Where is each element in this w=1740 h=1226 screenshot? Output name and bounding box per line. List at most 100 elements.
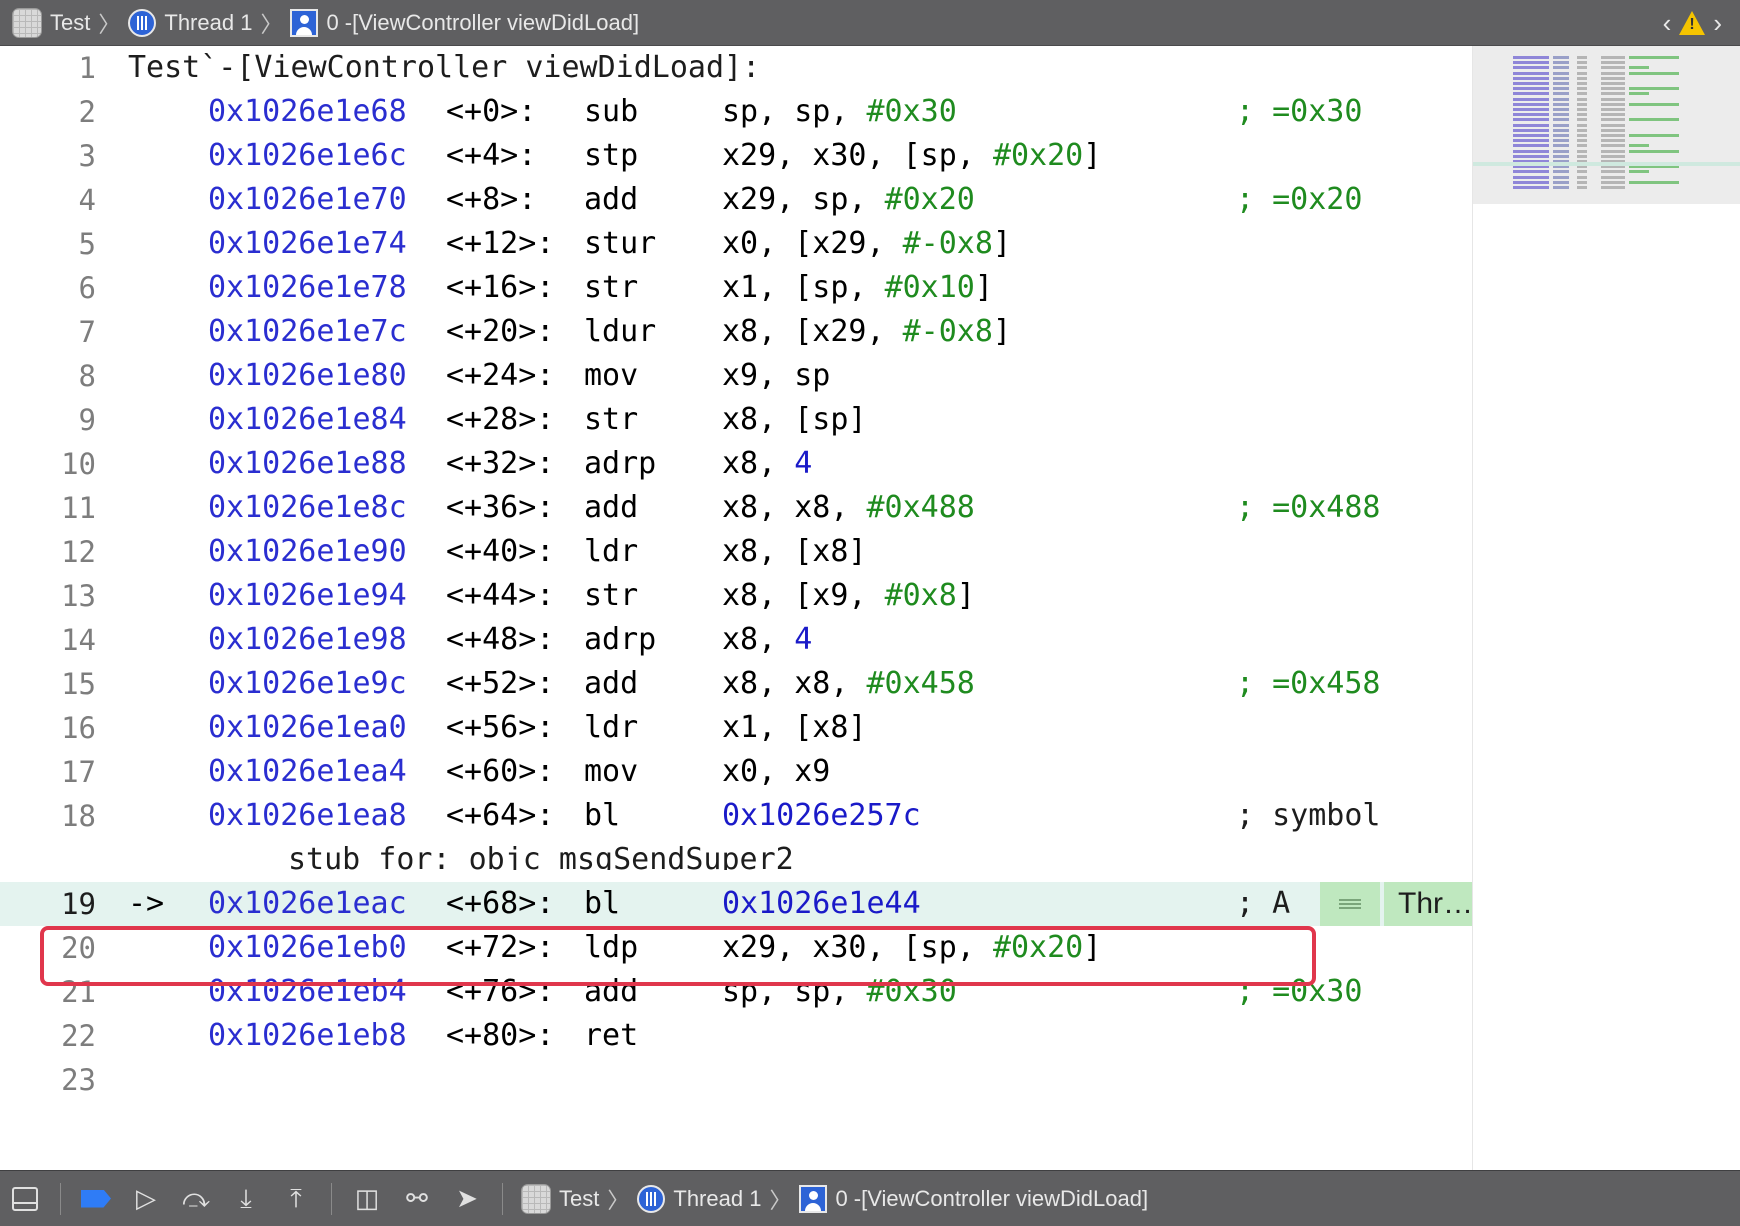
- operand-token: x8, [x29,: [722, 314, 903, 349]
- hamburger-icon: [1339, 899, 1361, 909]
- code-line[interactable]: 7 0x1026e1e7c <+20>: ldur x8, [x29, #-0x8]: [0, 310, 1472, 354]
- debug-line-menu-button[interactable]: [1320, 882, 1380, 926]
- minimap-line: [1601, 134, 1625, 137]
- code-line[interactable]: 13 0x1026e1e94 <+44>: str x8, [x9, #0x8]: [0, 574, 1472, 618]
- step-out-button[interactable]: ⤒: [271, 1171, 321, 1226]
- chevron-right-icon: 〉: [769, 1187, 792, 1213]
- line-number: 2: [78, 95, 96, 129]
- step-into-button[interactable]: ⤓: [221, 1171, 271, 1226]
- instruction-offset: <+8>:: [446, 182, 537, 217]
- minimap-line: [1601, 56, 1625, 59]
- current-instruction-line[interactable]: 19 -> 0x1026e1eac <+68>: bl 0x1026e1e44 ; A Thr…: [0, 882, 1472, 926]
- code-line[interactable]: 5 0x1026e1e74 <+12>: stur x0, [x29, #-0x8]: [0, 222, 1472, 266]
- debug-breadcrumb-frame[interactable]: 0 -[ViewController viewDidLoad]: [799, 1184, 1148, 1213]
- code-line[interactable]: 16 0x1026e1ea0 <+56>: ldr x1, [x8]: [0, 706, 1472, 750]
- code-line[interactable]: 2 0x1026e1e68 <+0>: sub sp, sp, #0x30 ; =0x30: [0, 90, 1472, 134]
- jump-bar-item-target[interactable]: Test: [12, 7, 90, 38]
- minimap-line: [1629, 56, 1679, 59]
- code-line[interactable]: 18 0x1026e1ea8 <+64>: bl 0x1026e257c ; symbol: [0, 794, 1472, 838]
- forward-chevron-icon[interactable]: ›: [1713, 8, 1722, 39]
- instruction-offset: <+40>:: [446, 534, 555, 569]
- minimap-line: [1577, 128, 1587, 132]
- toolbar-divider: [60, 1182, 61, 1215]
- line-number: 12: [61, 535, 96, 569]
- minimap[interactable]: [1472, 46, 1740, 1170]
- operand-token: ]: [992, 226, 1011, 261]
- code-line[interactable]: 17 0x1026e1ea4 <+60>: mov x0, x9: [0, 750, 1472, 794]
- minimap-line: [1513, 118, 1549, 122]
- debug-breadcrumb-target[interactable]: Test: [521, 1183, 599, 1214]
- code-line[interactable]: 10 0x1026e1e88 <+32>: adrp x8, 4: [0, 442, 1472, 486]
- code-line[interactable]: 22 0x1026e1eb8 <+80>: ret: [0, 1014, 1472, 1058]
- instruction-offset: <+4>:: [446, 138, 537, 173]
- instruction-address: 0x1026e1ea8: [208, 798, 407, 833]
- instruction-operands: x8, [x29, #-0x8]: [722, 310, 1011, 354]
- code-line[interactable]: 14 0x1026e1e98 <+48>: adrp x8, 4: [0, 618, 1472, 662]
- code-line[interactable]: 9 0x1026e1e84 <+28>: str x8, [sp]: [0, 398, 1472, 442]
- debug-breadcrumb-thread[interactable]: Thread 1: [637, 1184, 761, 1213]
- view-debugger-button[interactable]: ◫: [342, 1171, 392, 1226]
- minimap-line: [1577, 123, 1587, 127]
- minimap-line: [1553, 139, 1569, 143]
- instruction-address: 0x1026e1e8c: [208, 490, 407, 525]
- toolbar-divider: [502, 1182, 503, 1215]
- instruction-offset: <+68>:: [446, 886, 555, 921]
- minimap-line: [1553, 76, 1569, 80]
- instruction-operands: x8, x8, #0x488: [722, 486, 975, 530]
- line-number: 6: [78, 271, 96, 305]
- code-line[interactable]: 11 0x1026e1e8c <+36>: add x8, x8, #0x488 ; =0…: [0, 486, 1472, 530]
- line-number: 7: [78, 315, 96, 349]
- instruction-address: 0x1026e1eac: [208, 886, 407, 921]
- jump-bar-item-frame[interactable]: 0 -[ViewController viewDidLoad]: [290, 8, 639, 37]
- instruction-address: 0x1026e1e78: [208, 270, 407, 305]
- code-line[interactable]: 4 0x1026e1e70 <+8>: add x29, sp, #0x20 ; =0x2…: [0, 178, 1472, 222]
- code-line[interactable]: 8 0x1026e1e80 <+24>: mov x9, sp: [0, 354, 1472, 398]
- minimap-line: [1601, 118, 1625, 122]
- minimap-line: [1601, 123, 1625, 127]
- minimap-line: [1553, 128, 1569, 132]
- operand-token: x29, x30, [sp,: [722, 138, 993, 173]
- minimap-line: [1553, 170, 1569, 174]
- step-over-button[interactable]: ⤼: [171, 1171, 221, 1226]
- back-chevron-icon[interactable]: ‹: [1663, 8, 1672, 39]
- minimap-line: [1577, 113, 1587, 117]
- line-number: 18: [61, 799, 96, 833]
- simulate-location-button[interactable]: ➤: [442, 1171, 492, 1226]
- instruction-opcode: ldur: [584, 314, 657, 349]
- instruction-offset: <+36>:: [446, 490, 555, 525]
- minimap-line: [1513, 66, 1549, 70]
- code-line[interactable]: 12 0x1026e1e90 <+40>: ldr x8, [x8]: [0, 530, 1472, 574]
- minimap-line: [1553, 149, 1569, 153]
- minimap-line: [1513, 102, 1549, 106]
- minimap-line: [1513, 71, 1549, 75]
- continue-button[interactable]: ▷: [121, 1171, 171, 1226]
- hide-debug-area-button[interactable]: [0, 1171, 50, 1226]
- minimap-line: [1601, 76, 1625, 80]
- code-line[interactable]: 6 0x1026e1e78 <+16>: str x1, [sp, #0x10]: [0, 266, 1472, 310]
- instruction-operands: x1, [x8]: [722, 706, 867, 750]
- code-line[interactable]: 15 0x1026e1e9c <+52>: add x8, x8, #0x458 ; =0…: [0, 662, 1472, 706]
- memory-graph-button[interactable]: ⚯: [392, 1171, 442, 1226]
- code-line[interactable]: 3 0x1026e1e6c <+4>: stp x29, x30, [sp, #0x20…: [0, 134, 1472, 178]
- disassembly-editor[interactable]: 1 Test`-[ViewController viewDidLoad]: 2 0x1…: [0, 46, 1472, 1170]
- minimap-line: [1629, 66, 1649, 70]
- jump-bar-item-thread[interactable]: Thread 1: [128, 8, 252, 37]
- thread-indicator-badge[interactable]: Thr…: [1384, 882, 1472, 926]
- minimap-line: [1601, 113, 1625, 117]
- minimap-line: [1629, 144, 1649, 148]
- minimap-line: [1577, 186, 1587, 189]
- breakpoints-toggle-button[interactable]: [71, 1171, 121, 1226]
- code-line[interactable]: 23: [0, 1058, 1472, 1102]
- minimap-line: [1629, 87, 1679, 91]
- minimap-line: [1513, 154, 1549, 158]
- minimap-line: [1577, 170, 1587, 174]
- stack-frame-icon: [290, 8, 319, 37]
- step-over-icon: ⤼: [182, 1183, 210, 1214]
- minimap-line: [1513, 175, 1549, 179]
- operand-token: ]: [956, 578, 975, 613]
- instruction-offset: <+56>:: [446, 710, 555, 745]
- code-line[interactable]: 1 Test`-[ViewController viewDidLoad]:: [0, 46, 1472, 90]
- operand-token: 4: [794, 622, 813, 657]
- warning-icon[interactable]: !: [1679, 11, 1706, 35]
- step-out-icon: ⤒: [290, 1183, 302, 1214]
